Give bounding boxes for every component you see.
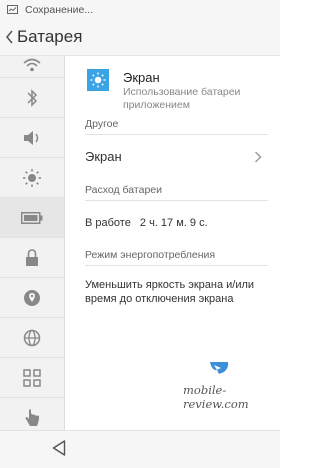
- settings-sidebar: [0, 56, 65, 468]
- section-title-other: Другое: [85, 118, 119, 130]
- section-title-usage: Расход батареи: [85, 184, 162, 196]
- watermark: mobile-review.com: [183, 360, 273, 411]
- sidebar-item-apps[interactable]: [0, 358, 64, 398]
- apps-grid-icon: [23, 368, 41, 387]
- sidebar-item-battery[interactable]: [0, 198, 64, 238]
- sidebar-item-sound[interactable]: [0, 118, 64, 158]
- sound-icon: [24, 130, 39, 145]
- page-title: Батарея: [17, 27, 83, 46]
- power-tip: Уменьшить яркость экрана и/или время до …: [85, 279, 255, 305]
- app-subtitle: Использование батареи приложением: [123, 86, 241, 111]
- sun-icon: [87, 69, 109, 91]
- gesture-hand-icon: [25, 408, 39, 426]
- sidebar-item-display[interactable]: [0, 158, 64, 198]
- nav-back-icon[interactable]: [52, 440, 66, 456]
- status-bar: Сохранение...: [0, 0, 280, 19]
- divider: [85, 265, 268, 266]
- lock-icon: [26, 248, 38, 266]
- watermark-text: mobile-review.com: [183, 383, 249, 411]
- divider: [85, 200, 268, 201]
- app-name: Экран: [123, 70, 160, 85]
- battery-icon: [21, 211, 43, 224]
- sidebar-item-language[interactable]: [0, 318, 64, 358]
- sidebar-item-wifi[interactable]: [0, 56, 64, 78]
- globe-icon: [23, 329, 41, 346]
- screen-settings-row[interactable]: Экран: [65, 136, 280, 178]
- app-usage-header: Экран Использование батареи приложением: [65, 62, 280, 111]
- chevron-right-icon: [255, 151, 262, 163]
- usage-label: В работе: [85, 217, 131, 229]
- wifi-icon: [23, 58, 41, 72]
- bluetooth-icon: [27, 88, 38, 107]
- watermark-logo: [210, 362, 229, 374]
- section-title-power: Режим энергопотребления: [85, 249, 216, 261]
- usage-value: 2 ч. 17 м. 9 с.: [139, 217, 208, 229]
- chevron-left-icon: [6, 30, 13, 44]
- back-button[interactable]: [3, 19, 17, 55]
- sidebar-item-bluetooth[interactable]: [0, 78, 64, 118]
- brightness-icon: [23, 168, 41, 187]
- status-text: Сохранение...: [25, 3, 94, 16]
- sidebar-item-location[interactable]: [0, 278, 64, 318]
- divider: [85, 134, 268, 135]
- usage-time-row: В работе 2 ч. 17 м. 9 с.: [85, 217, 208, 229]
- location-icon: [24, 289, 40, 306]
- system-nav-bar: [0, 430, 280, 468]
- sidebar-item-security[interactable]: [0, 238, 64, 278]
- app-header: Батарея: [0, 19, 280, 56]
- notification-icon: [7, 5, 19, 15]
- screen-row-label: Экран: [85, 149, 122, 164]
